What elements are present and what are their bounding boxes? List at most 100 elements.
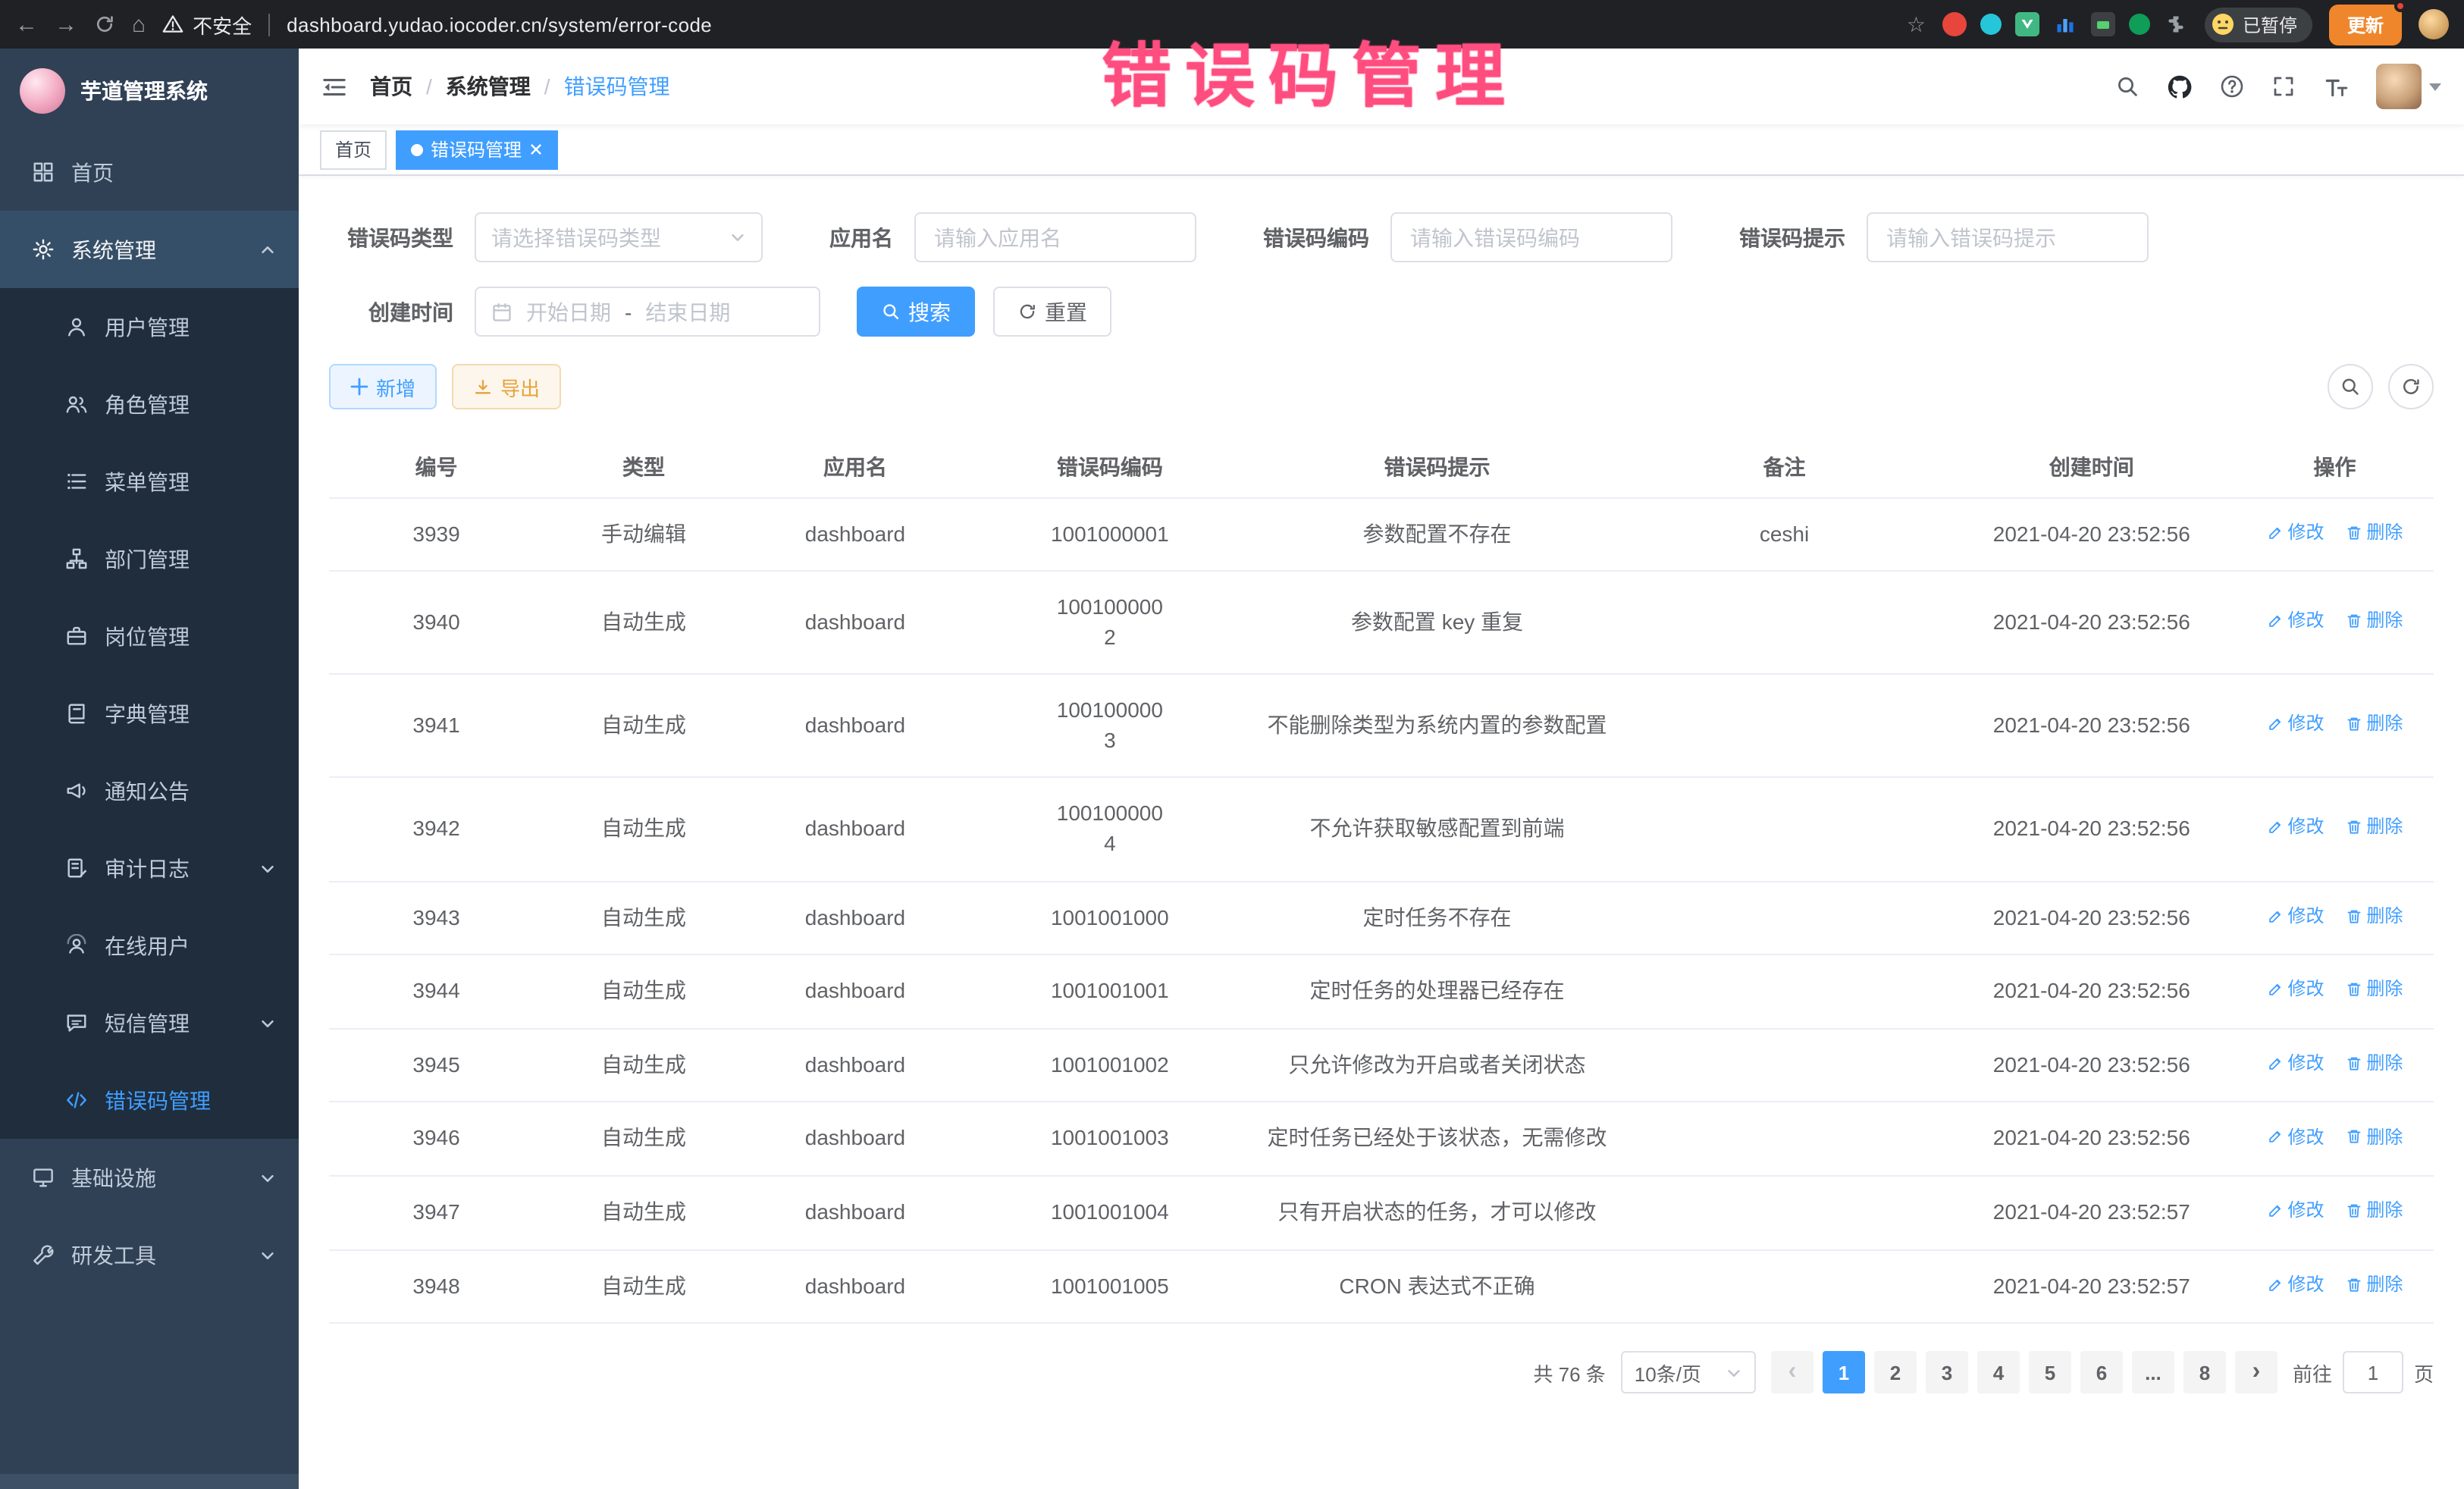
sidebar-menu-item[interactable]: 用户管理 [0,288,299,365]
page-size-select[interactable]: 10条/页 [1621,1351,1756,1393]
trash-icon [2345,1202,2362,1219]
hamburger-icon[interactable] [321,74,347,99]
error-code-input[interactable] [1390,212,1672,262]
page-button[interactable]: 2 [1874,1351,1917,1393]
sidebar-menu-item[interactable]: 在线用户 [0,907,299,984]
sidebar-menu-item[interactable]: 岗位管理 [0,597,299,675]
delete-link[interactable]: 删除 [2345,1198,2403,1224]
edit-link[interactable]: 修改 [2267,1271,2324,1297]
page-button[interactable]: 5 [2029,1351,2071,1393]
search-icon[interactable] [2115,74,2140,99]
delete-link[interactable]: 删除 [2345,815,2403,841]
browser-home-icon[interactable]: ⌂ [132,13,146,36]
page-button[interactable]: ... [2132,1351,2174,1393]
goto-page-input[interactable] [2343,1351,2403,1393]
sidebar-menu-item[interactable]: 字典管理 [0,675,299,752]
sidebar-menu-item[interactable]: 系统管理 [0,211,299,288]
sidebar-menu-item[interactable]: 通知公告 [0,752,299,829]
table-toolbar: 新增 导出 [329,364,2434,409]
page-button[interactable]: 6 [2080,1351,2123,1393]
delete-link[interactable]: 删除 [2345,904,2403,929]
cell-id: 3943 [329,881,544,955]
page-button[interactable]: 3 [1926,1351,1968,1393]
edit-link[interactable]: 修改 [2267,1198,2324,1224]
view-tag[interactable]: 错误码管理 [396,130,558,169]
browser-profile-avatar[interactable] [2419,9,2449,39]
sidebar-menu-item[interactable]: 错误码管理 [0,1061,299,1139]
edit-link[interactable]: 修改 [2267,1051,2324,1077]
extension-icon-onetab[interactable] [2091,12,2115,36]
export-button[interactable]: 导出 [452,364,561,409]
user-menu[interactable] [2376,64,2441,109]
error-message-input[interactable] [1867,212,2149,262]
extension-icon-chart[interactable] [2053,12,2077,36]
extension-icon-teal[interactable] [1980,14,2002,35]
sidebar-menu-item[interactable]: 基础设施 [0,1139,299,1216]
delete-link[interactable]: 删除 [2345,519,2403,545]
page-button[interactable]: 1 [1823,1351,1865,1393]
next-page-button[interactable]: › [2235,1351,2277,1393]
delete-link[interactable]: 删除 [2345,711,2403,737]
github-icon[interactable] [2167,74,2193,99]
edit-link[interactable]: 修改 [2267,904,2324,929]
add-button[interactable]: 新增 [329,364,437,409]
extension-puzzle-icon[interactable] [2164,12,2188,36]
delete-link[interactable]: 删除 [2345,977,2403,1003]
breadcrumb-item[interactable]: 系统管理 / [446,71,564,102]
extension-icon-red[interactable] [1942,12,1967,36]
sidebar-menu-item[interactable]: 研发工具 [0,1216,299,1293]
url-bar[interactable]: dashboard.yudao.iocoder.cn/system/error-… [287,13,1890,36]
update-button[interactable]: 更新 [2329,4,2402,45]
tag-close-icon[interactable] [529,143,543,156]
back-icon[interactable]: ← [15,13,38,36]
refresh-table-button[interactable] [2388,364,2434,409]
edit-link[interactable]: 修改 [2267,519,2324,545]
breadcrumb-item[interactable]: 首页 / [370,71,446,102]
delete-link[interactable]: 删除 [2345,608,2403,634]
sidebar-menu-item[interactable]: 审计日志 [0,829,299,907]
prev-page-button[interactable]: ‹ [1771,1351,1814,1393]
sidebar-menu-item[interactable]: 首页 [0,133,299,211]
view-tag[interactable]: 首页 [320,130,387,169]
cell-remark [1621,1029,1947,1102]
forward-icon[interactable]: → [55,13,77,36]
cell-id: 3948 [329,1249,544,1323]
app-name-input[interactable] [914,212,1196,262]
sidebar-menu-item[interactable]: 菜单管理 [0,443,299,520]
cell-actions: 修改 删除 [2236,1176,2434,1249]
delete-link[interactable]: 删除 [2345,1271,2403,1297]
sidebar-menu-item[interactable]: 短信管理 [0,984,299,1061]
date-range-picker[interactable]: 开始日期 - 结束日期 [475,287,820,337]
edit-link[interactable]: 修改 [2267,1124,2324,1150]
edit-link[interactable]: 修改 [2267,711,2324,737]
delete-link[interactable]: 删除 [2345,1051,2403,1077]
menu-item-label: 菜单管理 [105,466,190,497]
edit-link[interactable]: 修改 [2267,977,2324,1003]
delete-label: 删除 [2366,711,2403,737]
cell-type: 自动生成 [544,1102,744,1176]
paused-badge[interactable]: 已暂停 [2205,7,2312,42]
page-button[interactable]: 4 [1977,1351,2020,1393]
sidebar-menu-item[interactable]: 部门管理 [0,520,299,597]
reset-button[interactable]: 重置 [993,287,1111,337]
security-warning[interactable]: 不安全 [162,10,252,39]
error-type-select[interactable]: 请选择错误码类型 [475,212,763,262]
extension-icon-green[interactable] [2129,14,2150,35]
cell-remark: ceshi [1621,497,1947,571]
reload-icon[interactable] [94,14,115,35]
edit-link[interactable]: 修改 [2267,608,2324,634]
sidebar-menu-item[interactable]: 角色管理 [0,365,299,443]
page-unit-label: 页 [2414,1358,2434,1387]
font-size-icon[interactable] [2323,74,2349,99]
search-button[interactable]: 搜索 [857,287,975,337]
app-logo[interactable]: 芋道管理系统 [0,49,299,133]
delete-link[interactable]: 删除 [2345,1124,2403,1150]
page-button[interactable]: 8 [2183,1351,2226,1393]
edit-link[interactable]: 修改 [2267,815,2324,841]
bookmark-star-icon[interactable]: ☆ [1907,14,1926,35]
toggle-search-button[interactable] [2328,364,2373,409]
fullscreen-icon[interactable] [2271,74,2296,99]
help-icon[interactable] [2220,74,2244,99]
vue-devtools-icon[interactable] [2015,12,2039,36]
menu-item-label: 基础设施 [71,1162,156,1193]
